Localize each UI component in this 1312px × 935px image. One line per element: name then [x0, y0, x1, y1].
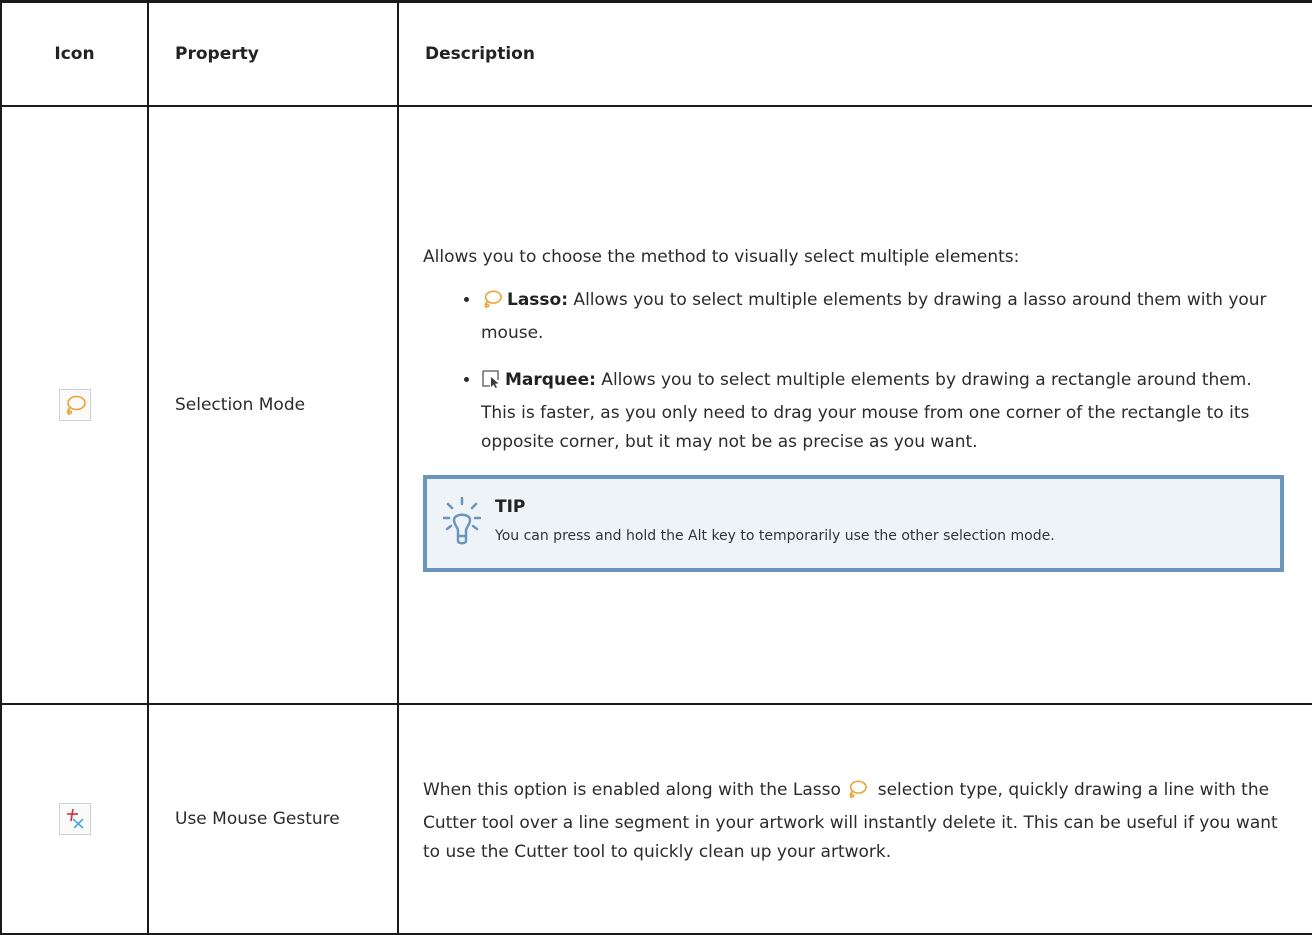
icon-cell — [0, 105, 149, 705]
table-row: Selection Mode Allows you to choose the … — [0, 105, 1312, 705]
properties-table: Icon Property Description Selection Mode… — [0, 0, 1312, 935]
icon-cell — [0, 703, 149, 935]
description-intro: Allows you to choose the method to visua… — [423, 246, 1020, 267]
header-description: Description — [397, 0, 1312, 107]
header-icon: Icon — [0, 0, 149, 107]
list-item: Marquee: Allows you to select multiple e… — [481, 366, 1284, 457]
description-cell: Allows you to choose the method to visua… — [397, 105, 1312, 705]
table-row: Use Mouse Gesture When this option is en… — [0, 703, 1312, 935]
lasso-icon — [846, 779, 868, 809]
bullet-term: Marquee: — [505, 369, 596, 390]
header-property: Property — [147, 0, 399, 107]
table-header-row: Icon Property Description — [0, 0, 1312, 107]
mouse-gesture-icon — [58, 803, 91, 835]
description-text: When this option is enabled along with t… — [423, 776, 1284, 867]
list-item: Lasso: Allows you to select multiple ele… — [481, 286, 1284, 348]
tip-box: TIP You can press and hold the Alt key t… — [423, 474, 1284, 572]
description-before: When this option is enabled along with t… — [423, 779, 841, 800]
property-name: Use Mouse Gesture — [147, 703, 399, 935]
bullet-list: Lasso: Allows you to select multiple ele… — [423, 286, 1284, 457]
bullet-text: Allows you to select multiple elements b… — [481, 289, 1267, 343]
lightbulb-icon — [442, 496, 482, 557]
bullet-term: Lasso: — [507, 289, 569, 310]
bullet-text: Allows you to select multiple elements b… — [481, 369, 1252, 452]
property-name: Selection Mode — [147, 105, 399, 705]
lasso-icon — [481, 289, 503, 319]
marquee-icon — [481, 369, 501, 399]
tip-title: TIP — [495, 496, 526, 517]
description-cell: When this option is enabled along with t… — [397, 703, 1312, 935]
lasso-icon — [58, 389, 91, 421]
tip-text: You can press and hold the Alt key to te… — [495, 527, 1055, 544]
